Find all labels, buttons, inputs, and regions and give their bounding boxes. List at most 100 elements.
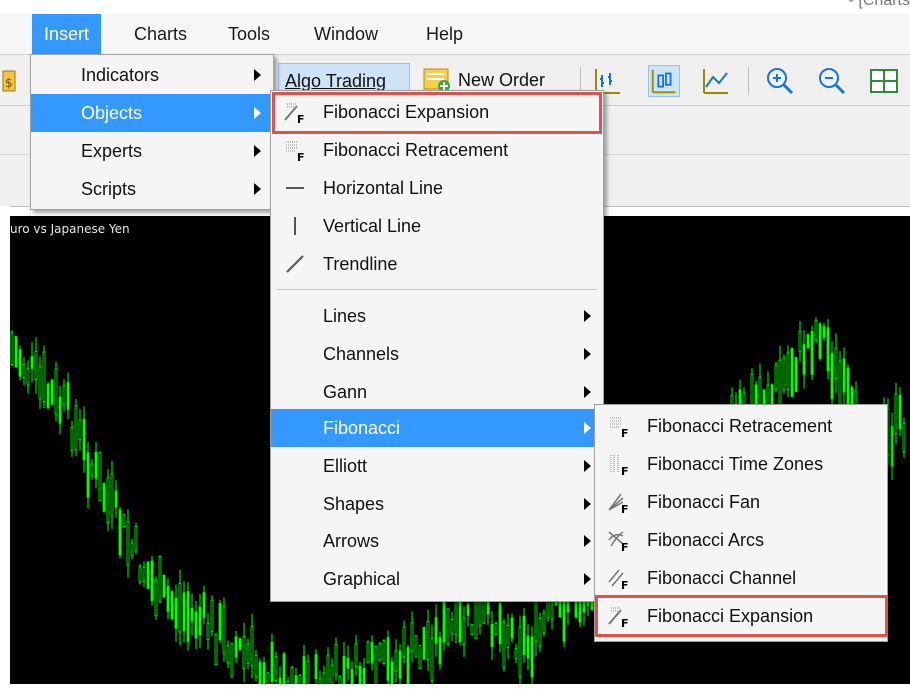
menu-item-label: Vertical Line (323, 216, 422, 236)
menu-item-label: Indicators (81, 65, 160, 85)
fibonacci-time-zones-icon: F (610, 455, 629, 476)
objects-menu-item-trendline[interactable]: Trendline (271, 245, 603, 283)
candle-body (522, 615, 526, 655)
candle-body (494, 622, 498, 635)
candle-body (146, 561, 150, 589)
candle-body (386, 637, 390, 681)
candle-body (30, 355, 34, 369)
candle-body (338, 675, 342, 689)
candle-body (54, 368, 58, 415)
menu-charts[interactable]: Charts (122, 14, 199, 54)
candle-body (142, 567, 146, 582)
candle-body (230, 643, 234, 677)
objects-menu-item-lines[interactable]: Lines (271, 297, 603, 335)
algo-trading-label: Algo Trading (285, 71, 387, 91)
candle-body (174, 597, 178, 629)
candle-body (314, 654, 318, 679)
menu-item-label: Fibonacci Channel (647, 568, 797, 588)
zoom-in-icon[interactable] (764, 65, 796, 97)
candle-body (66, 382, 70, 410)
candle-body (86, 452, 90, 498)
fibonacci-fan-icon: F (608, 493, 629, 514)
objects-menu-item-gann[interactable]: Gann (271, 373, 603, 411)
menu-item-label: Channels (323, 344, 400, 364)
candle-body (770, 384, 774, 405)
objects-menu-item-channels[interactable]: Channels (271, 335, 603, 373)
candle-body (94, 452, 98, 479)
candle-body (70, 426, 74, 451)
candle-body (326, 655, 330, 688)
candle-body (894, 393, 898, 434)
candle-body (362, 668, 366, 685)
candle-body (422, 626, 426, 660)
money-icon[interactable]: $ (2, 65, 16, 97)
candle-body (442, 599, 446, 643)
candle-body (350, 669, 354, 689)
candle-body (214, 633, 218, 666)
objects-menu-item-horizontal-line[interactable]: Horizontal Line (271, 169, 603, 207)
objects-menu-item-fibonacci[interactable]: Fibonacci (271, 409, 603, 447)
tile-windows-icon[interactable] (868, 65, 900, 97)
insert-menu: Indicators Objects Experts Scripts (30, 54, 274, 210)
menu-item-label: Fibonacci Arcs (647, 530, 765, 550)
menu-separator (277, 289, 597, 290)
menu-help[interactable]: Help (414, 14, 475, 54)
candle-body (490, 623, 494, 647)
candle-body (114, 490, 118, 508)
objects-menu-item-fibonacci-expansion[interactable]: F Fibonacci Expansion (271, 93, 603, 131)
candle-body (842, 358, 846, 393)
submenu-arrow-icon (584, 498, 591, 510)
menu-item-label: Trendline (323, 254, 398, 274)
candle-body (402, 626, 406, 658)
candle-body (434, 617, 438, 644)
candle-body (498, 603, 502, 645)
menu-tools[interactable]: Tools (216, 14, 282, 54)
candle-body (254, 654, 258, 677)
fibonacci-menu-item-fan[interactable]: F Fibonacci Fan (595, 483, 887, 521)
fibonacci-menu-item-expansion[interactable]: F Fibonacci Expansion (595, 597, 887, 635)
menu-item-label: Fibonacci Retracement (323, 140, 509, 160)
menu-insert[interactable]: Insert (32, 14, 102, 54)
objects-menu-item-elliott[interactable]: Elliott (271, 447, 603, 485)
line-chart-icon[interactable] (700, 65, 732, 97)
candle-body (290, 667, 294, 689)
candlestick-chart-icon[interactable] (648, 65, 680, 97)
fibonacci-menu-item-retracement[interactable]: F Fibonacci Retracement (595, 407, 887, 445)
candle-body (38, 366, 42, 400)
objects-menu: F Fibonacci Expansion F Fibonacci Retrac… (270, 90, 604, 602)
insert-menu-item-objects[interactable]: Objects (31, 94, 273, 132)
menu-item-label: Elliott (323, 456, 368, 476)
menu-item-label: Lines (323, 306, 367, 326)
fibonacci-menu-item-arcs[interactable]: F Fibonacci Arcs (595, 521, 887, 559)
objects-menu-item-graphical[interactable]: Graphical (271, 560, 603, 598)
fibonacci-menu-item-time-zones[interactable]: F Fibonacci Time Zones (595, 445, 887, 483)
candle-body (98, 452, 102, 502)
menu-window[interactable]: Window (302, 14, 390, 54)
candle-body (518, 626, 522, 677)
objects-menu-item-arrows[interactable]: Arrows (271, 522, 603, 560)
candle-body (166, 585, 170, 612)
candle-body (178, 582, 182, 633)
objects-menu-item-vertical-line[interactable]: Vertical Line (271, 207, 603, 245)
zoom-out-icon[interactable] (816, 65, 848, 97)
objects-menu-item-fibonacci-retracement[interactable]: F Fibonacci Retracement (271, 131, 603, 169)
insert-menu-item-experts[interactable]: Experts (31, 132, 273, 170)
candle-body (62, 385, 66, 406)
fibonacci-menu-item-channel[interactable]: F Fibonacci Channel (595, 559, 887, 597)
insert-menu-item-indicators[interactable]: Indicators (31, 56, 273, 94)
candle-body (410, 622, 414, 652)
candle-body (46, 383, 50, 408)
chart-margin (0, 206, 10, 684)
candle-body (342, 655, 346, 689)
candle-body (790, 348, 794, 397)
objects-menu-item-shapes[interactable]: Shapes (271, 485, 603, 523)
svg-text:F: F (621, 427, 629, 438)
insert-menu-item-scripts[interactable]: Scripts (31, 170, 273, 208)
candle-body (102, 483, 106, 512)
candle-body (262, 662, 266, 689)
menu-item-label: Fibonacci (323, 418, 401, 438)
candle-body (902, 422, 906, 453)
candle-body (282, 653, 286, 688)
candle-body (190, 607, 194, 622)
submenu-arrow-icon (254, 183, 261, 195)
